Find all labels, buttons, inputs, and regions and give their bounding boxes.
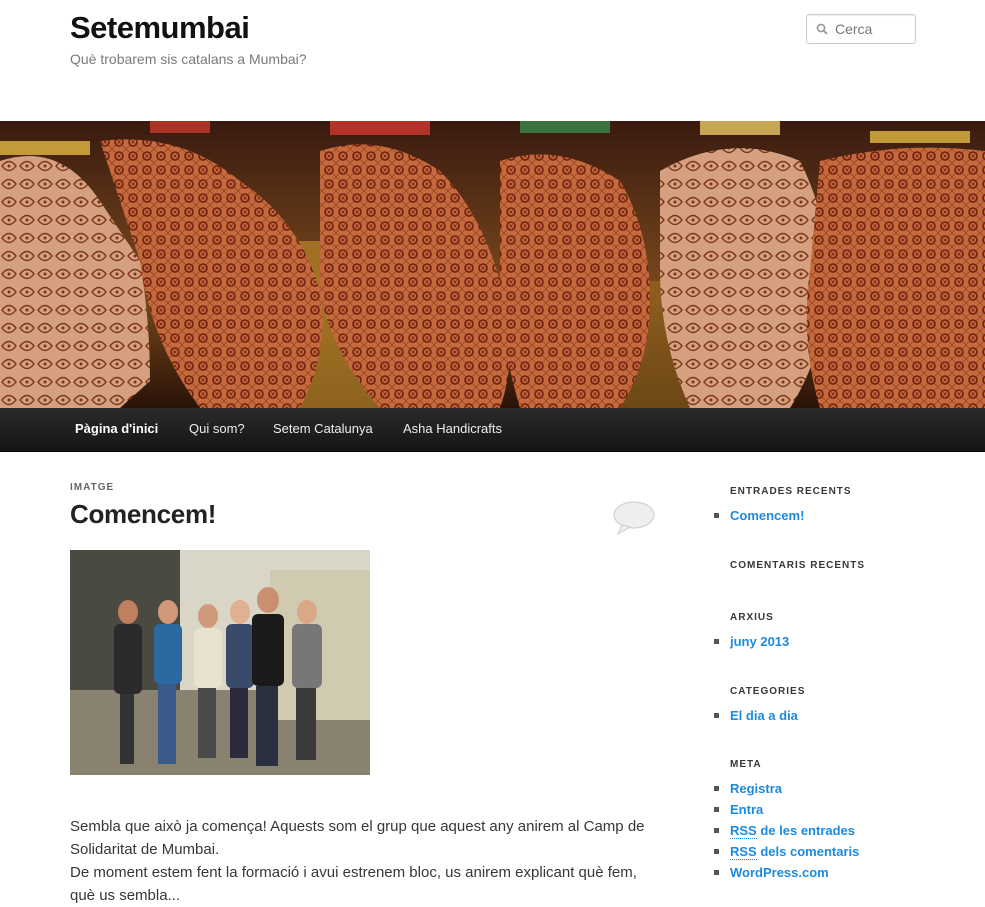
widget-recent-posts: ENTRADES RECENTS Comencem! [714,486,852,526]
rss-abbr: RSS [730,844,757,860]
post-title[interactable]: Comencem! [70,499,660,530]
post-paragraph: De moment estem fent la formació i avui … [70,864,637,904]
post-paragraph: Sembla que això ja comença! Aquests som … [70,818,645,858]
site-description: Què trobarem sis catalans a Mumbai? [70,51,307,67]
site-header: Setemumbai Què trobarem sis catalans a M… [0,0,985,121]
list-item: El dia a dia [713,705,805,726]
widget-recent-comments: COMENTARIS RECENTS [730,560,865,571]
post-image[interactable] [70,550,370,775]
search-box[interactable] [806,14,916,44]
post-content: Sembla que això ja comença! Aquests som … [70,815,660,907]
nav-item-asha[interactable]: Asha Handicrafts [403,421,502,436]
widget-meta: META Registra Entra RSS de les entrades … [713,759,859,883]
site-title[interactable]: Setemumbai [70,10,250,46]
list-item: juny 2013 [713,631,789,652]
search-icon [816,23,828,35]
main-navigation: Pàgina d'inici Qui som? Setem Catalunya … [0,408,985,452]
meta-login-link[interactable]: Entra [730,802,763,817]
header-banner-image [0,121,985,408]
list-item: Entra [713,799,859,820]
list-item: RSS de les entrades [713,820,859,841]
comment-bubble-icon[interactable] [612,500,656,536]
category-link[interactable]: El dia a dia [730,708,798,723]
meta-rss-entries-link[interactable]: RSS de les entrades [730,823,855,839]
meta-wordpress-link[interactable]: WordPress.com [730,865,829,880]
nav-item-setem[interactable]: Setem Catalunya [273,421,373,436]
list-item: Registra [713,778,859,799]
meta-rss-comments-link[interactable]: RSS dels comentaris [730,844,859,860]
widget-title: ARXIUS [730,612,774,623]
recent-post-link[interactable]: Comencem! [730,508,804,523]
archive-link[interactable]: juny 2013 [730,634,789,649]
widget-categories: CATEGORIES El dia a dia [713,686,806,726]
widget-archives: ARXIUS juny 2013 [713,612,789,652]
post-article: IMATGE Comencem! Sembla que això ja come… [70,482,660,904]
nav-item-home[interactable]: Pàgina d'inici [75,421,158,436]
widget-title: CATEGORIES [730,686,806,697]
list-item: WordPress.com [713,862,859,883]
post-format-label[interactable]: IMATGE [70,482,660,493]
nav-item-about[interactable]: Qui som? [189,421,245,436]
rss-abbr: RSS [730,823,757,839]
list-item: RSS dels comentaris [713,841,859,862]
search-input[interactable] [835,21,911,37]
widget-title: META [730,759,762,770]
rss-entries-label: de les entrades [760,823,856,838]
rss-comments-label: dels comentaris [760,844,860,859]
widget-title: ENTRADES RECENTS [730,486,852,497]
widget-title: COMENTARIS RECENTS [730,560,866,571]
list-item: Comencem! [714,505,852,526]
meta-register-link[interactable]: Registra [730,781,782,796]
